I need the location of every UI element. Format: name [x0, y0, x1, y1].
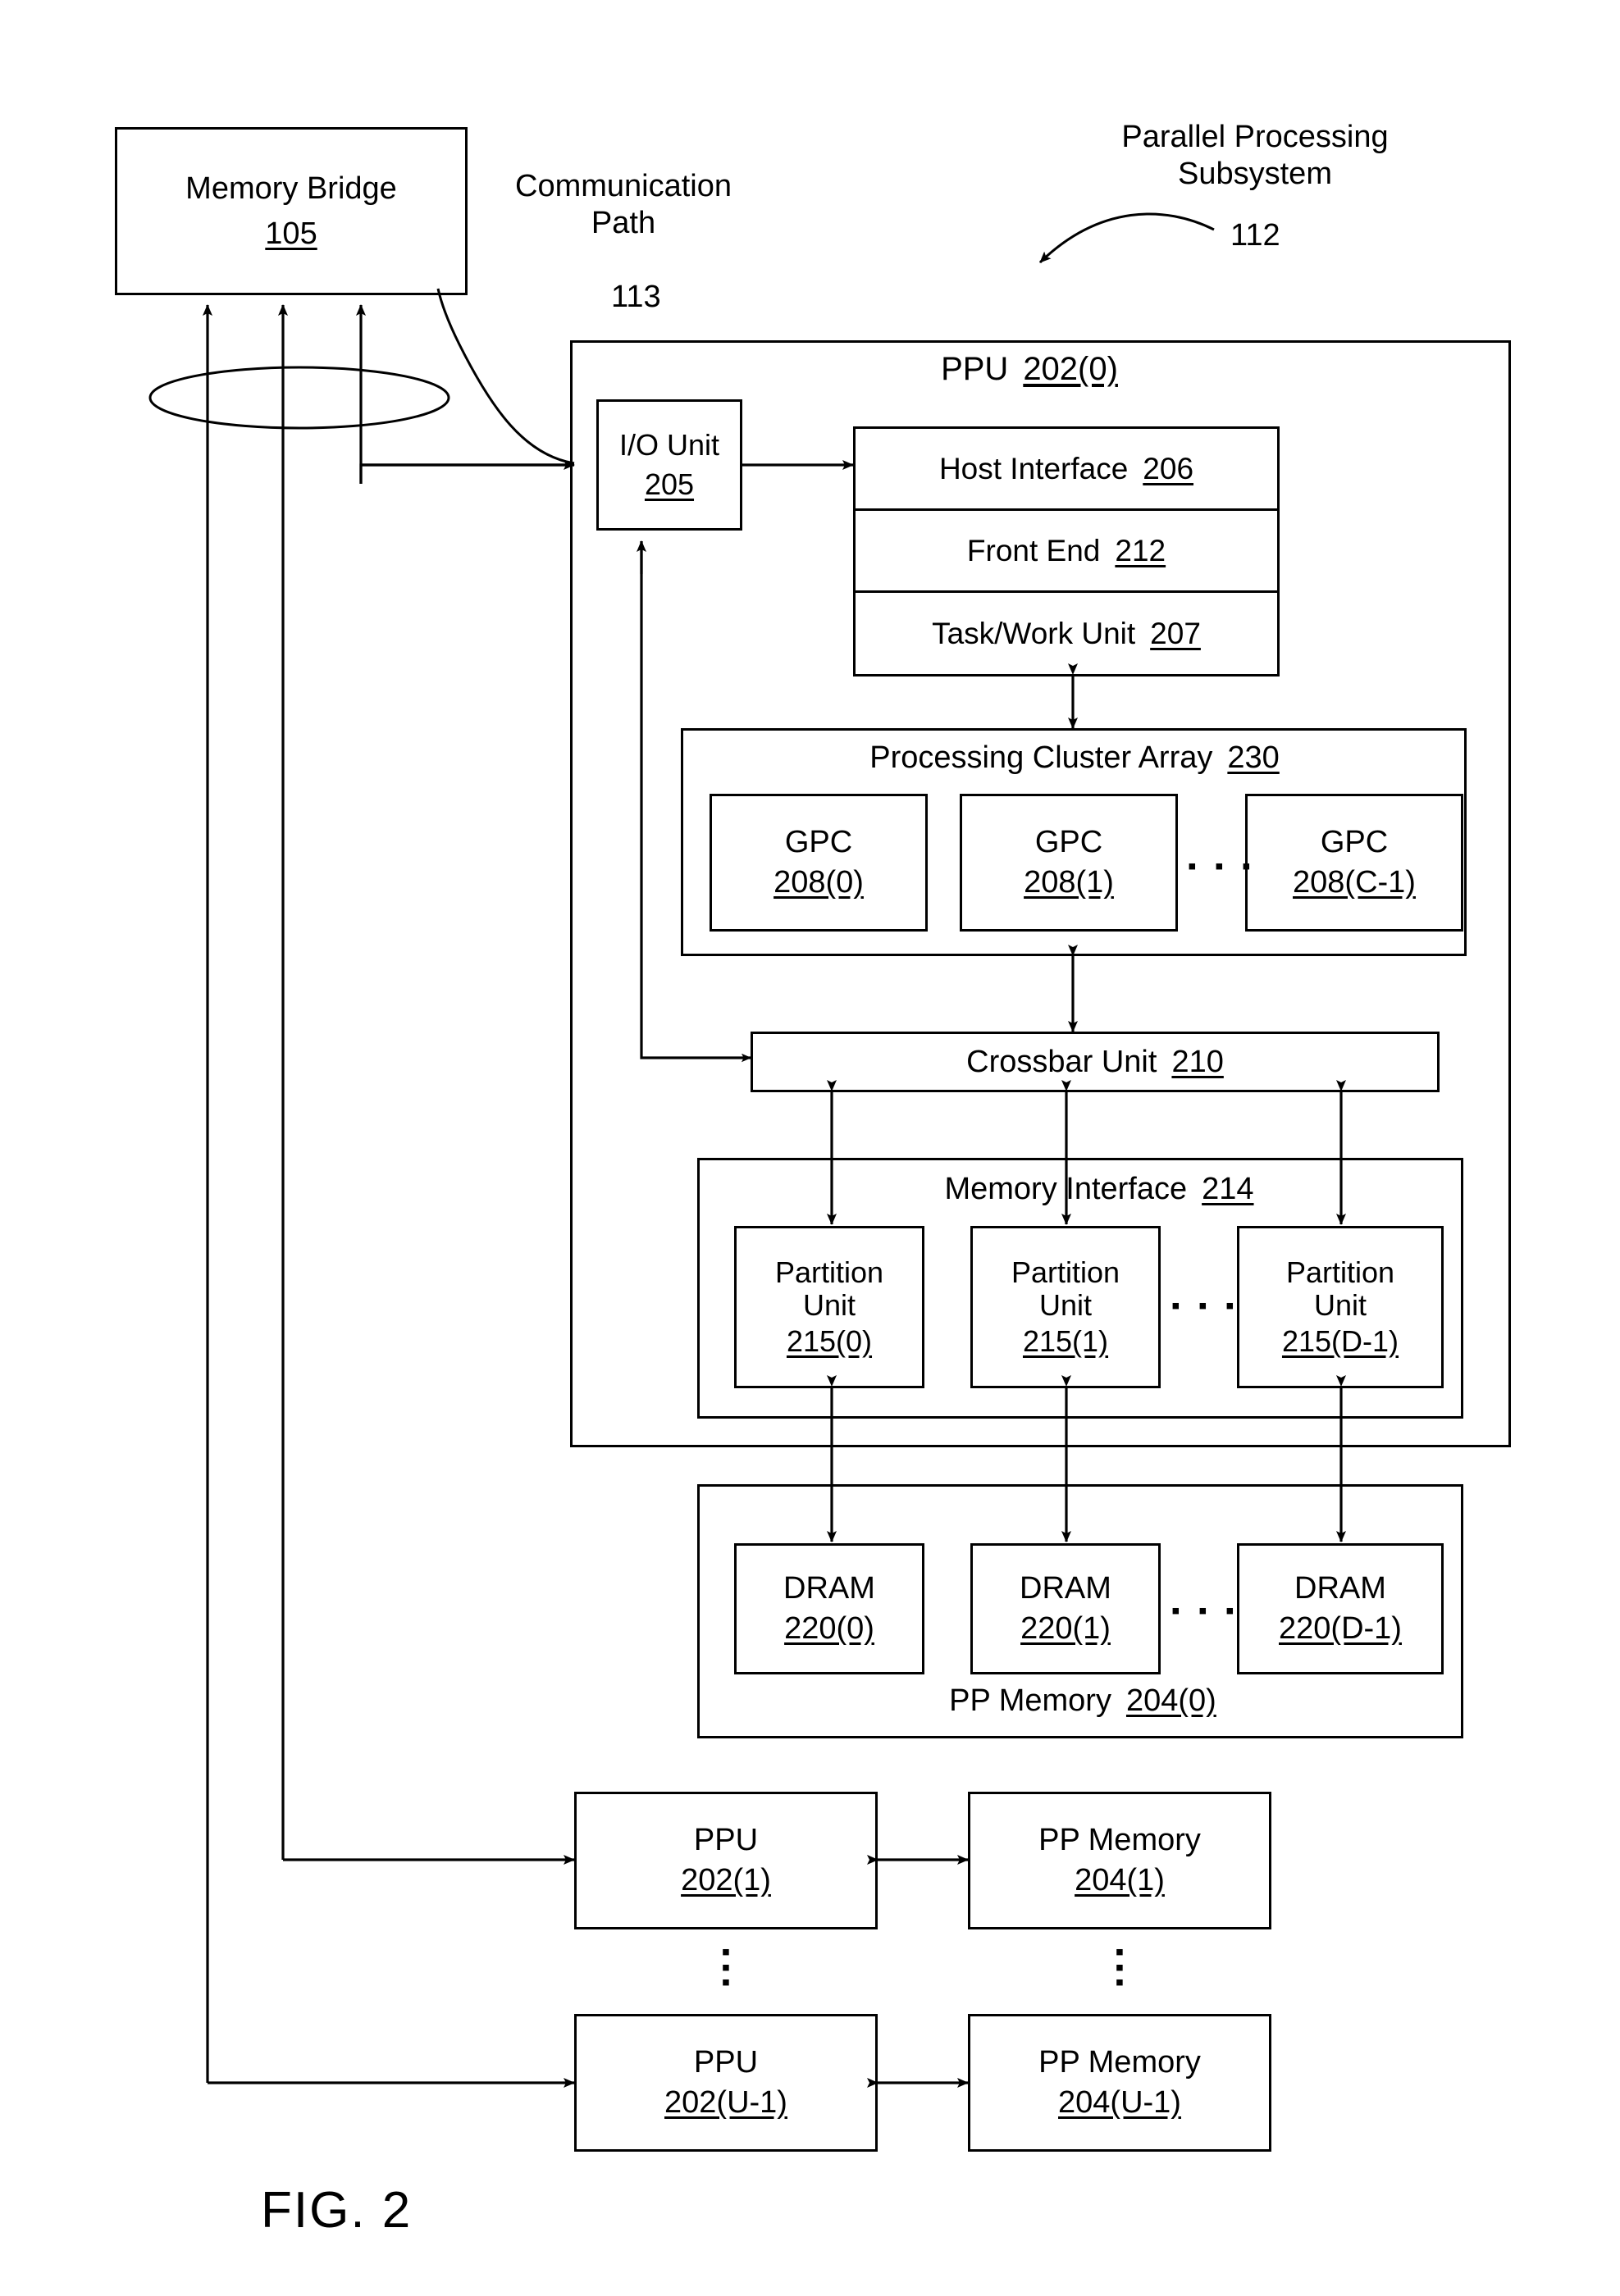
partition-unit-ellipsis: ▪ ▪ ▪: [1171, 1292, 1240, 1319]
leader-communication-path: [436, 288, 575, 465]
gpc-c1-box[interactable]: GPC 208(C-1): [1245, 794, 1463, 932]
figure-caption: FIG. 2: [261, 2182, 413, 2239]
memory-interface-heading: Memory Interface 214: [845, 1171, 1353, 1208]
ppu-0-ref: 202(0): [1023, 351, 1118, 387]
pp-memory-u1-ref: 204(U-1): [1058, 2085, 1181, 2120]
crossbar-unit-title: Crossbar Unit: [966, 1044, 1157, 1079]
pp-memory-u1-title: PP Memory: [1038, 2045, 1201, 2080]
ppu-1-box[interactable]: PPU 202(1): [574, 1792, 878, 1929]
processing-cluster-array-heading: Processing Cluster Array 230: [722, 740, 1427, 777]
wire-bridge-down: [359, 463, 574, 484]
gpc-1-ref: 208(1): [1024, 865, 1114, 900]
dram-d1-title: DRAM: [1294, 1571, 1386, 1606]
pp-memory-0-ref: 204(0): [1125, 1683, 1216, 1718]
memory-interface-title: Memory Interface: [944, 1172, 1188, 1206]
partition-unit-1-line2: Unit: [1038, 1287, 1093, 1322]
patent-figure-2: Memory Bridge 105 Communication Path 113…: [0, 0, 1620, 2296]
partition-unit-d1-ref: 215(D-1): [1281, 1324, 1399, 1359]
partition-unit-0-line1: Partition: [774, 1255, 884, 1289]
gpc-c1-ref: 208(C-1): [1293, 865, 1416, 900]
memory-interface-ref: 214: [1202, 1172, 1254, 1206]
communication-path-label: Communication Path: [476, 168, 771, 242]
task-work-unit-ref: 207: [1150, 616, 1201, 650]
processing-cluster-array-ref: 230: [1227, 740, 1280, 775]
task-work-unit-row[interactable]: Task/Work Unit 207: [856, 593, 1277, 674]
task-work-unit-title: Task/Work Unit: [932, 616, 1136, 650]
crossbar-unit-box[interactable]: Crossbar Unit 210: [751, 1032, 1440, 1092]
ppu-u1-ref: 202(U-1): [664, 2085, 787, 2120]
dram-0-box[interactable]: DRAM 220(0): [734, 1543, 924, 1674]
front-end-ref: 212: [1115, 533, 1166, 567]
communication-path-line1: Communication: [515, 169, 732, 203]
memory-bridge-ref: 105: [265, 216, 317, 251]
gpc-0-title: GPC: [784, 825, 853, 860]
dram-0-ref: 220(0): [784, 1611, 874, 1646]
subsystem-line1: Parallel Processing: [1121, 120, 1389, 154]
subsystem-ref: 112: [1230, 218, 1280, 253]
front-end-row[interactable]: Front End 212: [856, 511, 1277, 593]
subsystem-line2: Subsystem: [1178, 156, 1332, 191]
pp-memory-vertical-ellipsis: ▪ ▪ ▪: [1115, 1938, 1125, 1997]
io-unit-ref: 205: [644, 467, 695, 501]
io-unit-title: I/O Unit: [618, 427, 720, 462]
dram-ellipsis: ▪ ▪ ▪: [1171, 1597, 1240, 1624]
communication-path-line2: Path: [591, 205, 656, 240]
partition-unit-d1-line1: Partition: [1285, 1255, 1395, 1289]
host-interface-row[interactable]: Host Interface 206: [856, 429, 1277, 511]
pp-memory-1-box[interactable]: PP Memory 204(1): [968, 1792, 1271, 1929]
partition-unit-0-line2: Unit: [802, 1287, 856, 1322]
front-end-title: Front End: [966, 533, 1101, 567]
front-stack-box: Host Interface 206 Front End 212 Task/Wo…: [853, 426, 1280, 676]
partition-unit-0-ref: 215(0): [786, 1324, 873, 1359]
pp-memory-0-title: PP Memory: [949, 1683, 1111, 1718]
pp-memory-1-title: PP Memory: [1038, 1823, 1201, 1858]
bus-ellipse: [148, 366, 450, 430]
ppu-0-title: PPU: [941, 351, 1009, 387]
ppu-1-ref: 202(1): [681, 1863, 771, 1897]
dram-d1-box[interactable]: DRAM 220(D-1): [1237, 1543, 1444, 1674]
partition-unit-d1-box[interactable]: Partition Unit 215(D-1): [1237, 1226, 1444, 1388]
pp-memory-u1-box[interactable]: PP Memory 204(U-1): [968, 2014, 1271, 2152]
gpc-c1-title: GPC: [1320, 825, 1389, 860]
dram-1-title: DRAM: [1020, 1571, 1111, 1606]
ppu-u1-title: PPU: [693, 2045, 759, 2080]
partition-unit-1-ref: 215(1): [1022, 1324, 1109, 1359]
gpc-0-ref: 208(0): [773, 865, 864, 900]
gpc-1-box[interactable]: GPC 208(1): [960, 794, 1178, 932]
ppu-1-title: PPU: [693, 1823, 759, 1858]
ppu-u1-box[interactable]: PPU 202(U-1): [574, 2014, 878, 2152]
dram-1-ref: 220(1): [1020, 1611, 1111, 1646]
dram-1-box[interactable]: DRAM 220(1): [970, 1543, 1161, 1674]
memory-bridge-box[interactable]: Memory Bridge 105: [115, 127, 468, 295]
dram-d1-ref: 220(D-1): [1279, 1611, 1402, 1646]
host-interface-title: Host Interface: [938, 451, 1129, 485]
partition-unit-0-box[interactable]: Partition Unit 215(0): [734, 1226, 924, 1388]
host-interface-ref: 206: [1143, 451, 1194, 485]
ppu-vertical-ellipsis: ▪ ▪ ▪: [721, 1938, 731, 1997]
partition-unit-1-box[interactable]: Partition Unit 215(1): [970, 1226, 1161, 1388]
partition-unit-1-line1: Partition: [1011, 1255, 1120, 1289]
memory-bridge-title: Memory Bridge: [185, 171, 397, 206]
processing-cluster-array-title: Processing Cluster Array: [869, 740, 1213, 775]
gpc-1-title: GPC: [1034, 825, 1103, 860]
leader-subsystem: [1038, 212, 1215, 264]
gpc-0-box[interactable]: GPC 208(0): [710, 794, 928, 932]
communication-path-ref: 113: [611, 280, 661, 314]
pp-memory-1-ref: 204(1): [1075, 1863, 1165, 1897]
ppu-0-heading: PPU 202(0): [865, 350, 1193, 389]
pp-memory-0-heading: PP Memory 204(0): [869, 1683, 1296, 1720]
dram-0-title: DRAM: [783, 1571, 875, 1606]
crossbar-unit-ref: 210: [1171, 1044, 1224, 1079]
partition-unit-d1-line2: Unit: [1313, 1287, 1367, 1322]
io-unit-box[interactable]: I/O Unit 205: [596, 399, 742, 531]
subsystem-label: Parallel Processing Subsystem: [1042, 119, 1468, 193]
